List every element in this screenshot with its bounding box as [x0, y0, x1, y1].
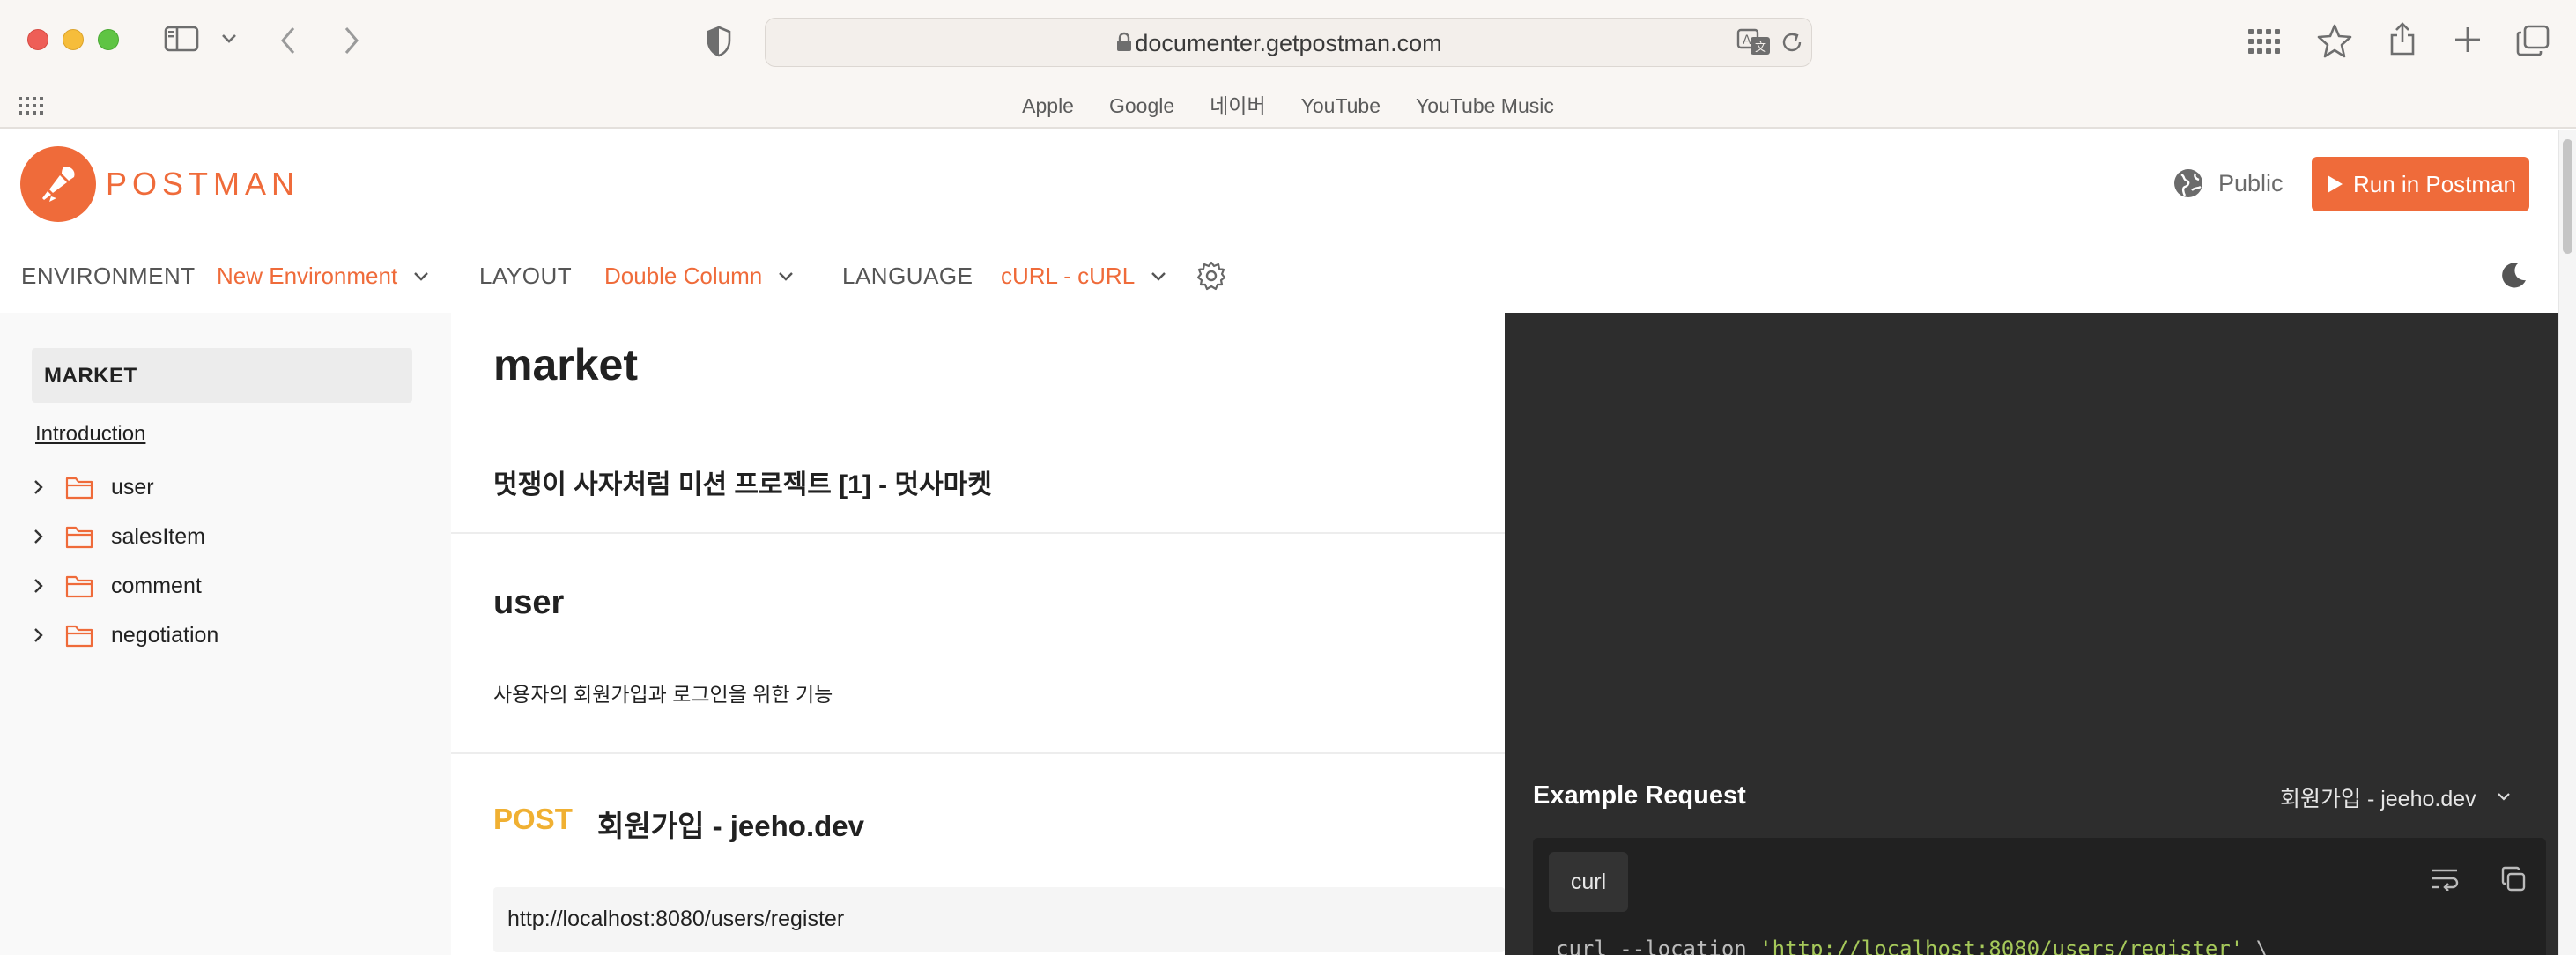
- folder-name: user: [111, 474, 154, 500]
- folder-icon: [65, 574, 93, 598]
- chevron-right-icon[interactable]: [26, 576, 51, 596]
- zoom-window-button[interactable]: [98, 29, 119, 50]
- scrollbar-thumb[interactable]: [2563, 139, 2572, 254]
- minimize-window-button[interactable]: [63, 29, 84, 50]
- sidebar-folder-user[interactable]: user: [26, 470, 154, 505]
- chevron-right-icon[interactable]: [26, 626, 51, 645]
- translate-icon[interactable]: A文: [1736, 27, 1772, 57]
- folder-name: comment: [111, 573, 202, 598]
- chevron-down-icon: [2497, 793, 2510, 801]
- chevron-right-icon[interactable]: [26, 478, 51, 497]
- language-value: cURL - cURL: [1001, 263, 1136, 289]
- bookmark-naver[interactable]: 네이버: [1192, 92, 1283, 120]
- visibility-indicator: Public: [2173, 167, 2284, 199]
- request-name[interactable]: 회원가입 - jeeho.dev: [597, 803, 864, 845]
- documentation-content: market 멋쟁이 사자처럼 미션 프로젝트 [1] - 멋사마켓 user …: [451, 313, 1505, 955]
- example-selected-value: 회원가입 - jeeho.dev: [2280, 787, 2476, 811]
- url-text[interactable]: documenter.getpostman.com: [766, 30, 1811, 57]
- star-icon[interactable]: [2317, 23, 2352, 58]
- folder-description: 사용자의 회원가입과 로그인을 위한 기능: [493, 683, 833, 706]
- svg-text:文: 文: [1755, 41, 1766, 55]
- back-icon[interactable]: [277, 25, 301, 56]
- environment-dropdown[interactable]: New Environment: [217, 263, 433, 290]
- folder-icon: [65, 475, 93, 500]
- bookmark-google[interactable]: Google: [1092, 92, 1192, 120]
- example-selector[interactable]: 회원가입 - jeeho.dev: [2280, 781, 2513, 813]
- environment-value: New Environment: [217, 263, 398, 289]
- language-label: LANGUAGE: [842, 263, 973, 289]
- folder-heading: user: [493, 584, 565, 621]
- visibility-label: Public: [2218, 169, 2284, 196]
- layout-label: LAYOUT: [479, 263, 573, 289]
- code-line: curl --location 'http://localhost:8080/u…: [1556, 936, 2269, 955]
- request-url[interactable]: http://localhost:8080/users/register: [493, 887, 1505, 952]
- postman-wordmark[interactable]: POSTMAN: [106, 166, 300, 203]
- tab-curl[interactable]: curl: [1549, 852, 1628, 912]
- gear-icon[interactable]: [1196, 261, 1226, 291]
- code-command: curl --location: [1556, 936, 1760, 955]
- chevron-down-icon: [779, 271, 794, 281]
- code-snippet: curl curl --location 'http://localhost:8…: [1533, 838, 2546, 955]
- section-divider: [451, 532, 1505, 534]
- folder-icon: [65, 524, 93, 549]
- example-pane: Example Request 회원가입 - jeeho.dev curl cu…: [1505, 313, 2558, 955]
- sidebar-folder-comment[interactable]: comment: [26, 568, 202, 603]
- bookmark-apple[interactable]: Apple: [1004, 92, 1092, 120]
- sidebar-folder-negotiation[interactable]: negotiation: [26, 618, 218, 653]
- collection-description: 멋쟁이 사자처럼 미션 프로젝트 [1] - 멋사마켓: [493, 470, 992, 500]
- dark-mode-moon-icon[interactable]: [2498, 261, 2528, 291]
- chevron-right-icon[interactable]: [26, 527, 51, 546]
- code-url-string: 'http://localhost:8080/users/register': [1759, 936, 2244, 955]
- collection-heading: market: [493, 340, 638, 389]
- example-request-heading: Example Request: [1533, 781, 1746, 810]
- layout-dropdown[interactable]: Double Column: [604, 263, 797, 290]
- share-icon[interactable]: [2387, 21, 2417, 56]
- bookmark-youtube[interactable]: YouTube: [1284, 92, 1398, 120]
- postman-header: POSTMAN Public Run in Postman: [0, 130, 2558, 238]
- grid-icon[interactable]: [2247, 26, 2280, 56]
- folder-icon: [65, 623, 93, 648]
- chevron-down-icon: [1151, 271, 1166, 281]
- http-method-badge: POST: [493, 803, 573, 835]
- close-window-button[interactable]: [27, 29, 48, 50]
- chevron-down-icon: [414, 271, 429, 281]
- bookmark-youtube-music[interactable]: YouTube Music: [1398, 92, 1572, 120]
- forward-icon[interactable]: [338, 25, 363, 56]
- introduction-link[interactable]: Introduction: [35, 422, 145, 447]
- reload-icon[interactable]: [1779, 29, 1805, 56]
- doc-settings-bar: ENVIRONMENT New Environment LAYOUT Doubl…: [0, 238, 2558, 313]
- address-bar[interactable]: documenter.getpostman.com A文: [765, 18, 1812, 67]
- sidebar-folder-salesitem[interactable]: salesItem: [26, 519, 205, 554]
- copy-icon[interactable]: [2500, 866, 2527, 892]
- browser-toolbar: documenter.getpostman.com A文: [0, 0, 2576, 85]
- run-in-postman-button[interactable]: Run in Postman: [2312, 157, 2529, 211]
- wrap-lines-icon[interactable]: [2430, 866, 2460, 891]
- play-icon: [2328, 175, 2343, 193]
- language-dropdown[interactable]: cURL - cURL: [1001, 263, 1170, 290]
- sidebar: MARKET Introduction user salesItem comme…: [0, 313, 451, 955]
- chevron-down-icon[interactable]: [217, 30, 241, 48]
- postman-logo-icon[interactable]: [20, 146, 96, 222]
- layout-value: Double Column: [604, 263, 763, 289]
- environment-label: ENVIRONMENT: [21, 263, 196, 289]
- globe-icon: [2173, 167, 2204, 199]
- shield-icon[interactable]: [705, 25, 733, 58]
- lock-icon: [1115, 32, 1133, 53]
- code-continuation: \: [2243, 936, 2269, 955]
- folder-name: salesItem: [111, 523, 205, 549]
- bookmarks-bar: Apple Google 네이버 YouTube YouTube Music: [0, 85, 2576, 129]
- new-tab-icon[interactable]: [2453, 25, 2483, 55]
- svg-text:A: A: [1743, 33, 1751, 48]
- folder-name: negotiation: [111, 622, 219, 648]
- collection-title[interactable]: MARKET: [32, 348, 412, 403]
- page-scrollbar[interactable]: [2558, 130, 2576, 955]
- sidebar-toggle-icon[interactable]: [164, 25, 199, 53]
- section-divider: [451, 752, 1505, 754]
- run-in-postman-label: Run in Postman: [2353, 170, 2516, 197]
- tab-overview-icon[interactable]: [2516, 25, 2550, 56]
